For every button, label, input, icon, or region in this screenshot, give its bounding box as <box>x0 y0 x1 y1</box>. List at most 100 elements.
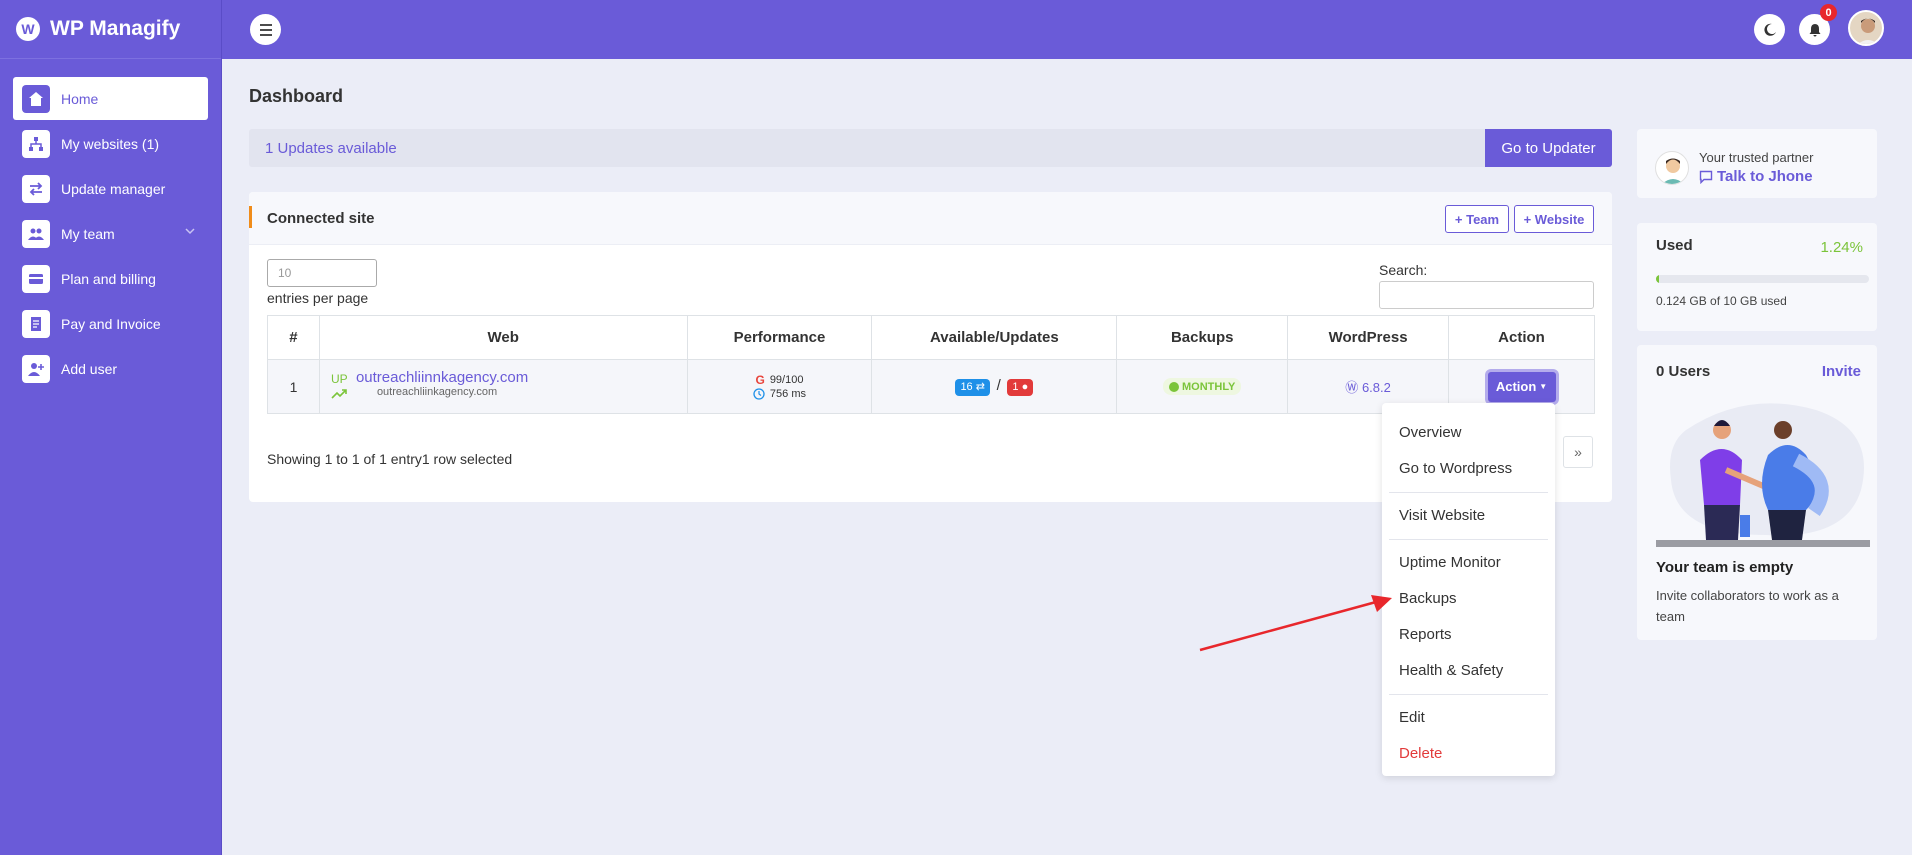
column-header[interactable]: Backups <box>1116 315 1289 360</box>
partner-link-text: Talk to Jhone <box>1717 168 1813 185</box>
menu-item-reports[interactable]: Reports <box>1382 617 1555 653</box>
sidebar-item-pay-invoice[interactable]: Pay and Invoice <box>13 302 208 345</box>
column-header[interactable]: Web <box>318 315 688 360</box>
performance-score: 99/100 <box>769 374 804 386</box>
backups-cell: MONTHLY <box>1116 359 1289 414</box>
wordpress-version: Ⓦ 6.8.2 <box>1345 380 1391 395</box>
sidebar-item-plan-billing[interactable]: Plan and billing <box>13 257 208 300</box>
chevron-down-icon <box>184 224 196 240</box>
wordpress-icon: Ⓦ <box>1345 380 1359 395</box>
sidebar-item-my-websites[interactable]: My websites (1) <box>13 122 208 165</box>
sidebar-item-label: Plan and billing <box>61 270 156 287</box>
menu-item-delete[interactable]: Delete <box>1382 736 1555 772</box>
menu-item-edit[interactable]: Edit <box>1382 700 1555 736</box>
sidebar-item-label: Update manager <box>61 180 166 197</box>
sidebar-item-add-user[interactable]: Add user <box>13 347 208 390</box>
arrows-exchange-icon <box>22 174 50 203</box>
site-name-link[interactable]: outreachliinnkagency.com <box>356 369 528 386</box>
menu-item-health-safety[interactable]: Health & Safety <box>1382 653 1555 689</box>
hamburger-icon <box>259 23 272 36</box>
invite-link[interactable]: Invite <box>1822 363 1861 380</box>
partner-caption: Your trusted partner <box>1699 150 1814 165</box>
menu-divider <box>1389 492 1548 493</box>
column-header[interactable]: Performance <box>686 315 873 360</box>
credit-card-icon <box>22 264 50 293</box>
dark-mode-toggle-button[interactable] <box>1754 14 1785 45</box>
storage-progress-bar <box>1656 275 1869 283</box>
column-header[interactable]: # <box>267 315 320 360</box>
clock-icon <box>753 388 765 400</box>
users-icon <box>22 219 50 248</box>
action-dropdown-button[interactable]: Action ▼ <box>1487 371 1556 402</box>
updates-banner: 1 Updates available Go to Updater <box>249 129 1612 167</box>
add-team-button[interactable]: + Team <box>1445 205 1509 233</box>
next-page-button[interactable]: » <box>1563 436 1593 468</box>
sidebar-item-update-manager[interactable]: Update manager <box>13 167 208 210</box>
entries-per-page-select[interactable]: 10 <box>267 259 377 287</box>
google-icon: G <box>755 373 765 387</box>
caret-down-icon: ▼ <box>1539 382 1548 391</box>
search-label: Search: <box>1379 262 1428 278</box>
topbar: 0 <box>222 0 1912 59</box>
menu-item-go-to-wordpress[interactable]: Go to Wordpress <box>1382 451 1555 487</box>
storage-percent: 1.24% <box>1820 239 1863 256</box>
chat-icon <box>1699 170 1713 184</box>
moon-icon <box>1763 23 1776 36</box>
menu-item-backups[interactable]: Backups <box>1382 581 1555 617</box>
available-count: 16 <box>960 381 973 393</box>
partner-card: Your trusted partner Talk to Jhone <box>1637 129 1877 198</box>
storage-title: Used <box>1656 237 1693 254</box>
brand[interactable]: W WP Managify <box>0 0 221 59</box>
avatar[interactable] <box>1848 10 1884 46</box>
table-info-text: Showing 1 to 1 of 1 entry1 row selected <box>267 451 513 467</box>
sitemap-icon <box>22 129 50 158</box>
notification-count-badge: 0 <box>1820 4 1837 21</box>
menu-item-overview[interactable]: Overview <box>1382 415 1555 451</box>
brand-name: WP Managify <box>50 17 181 40</box>
menu-item-visit-website[interactable]: Visit Website <box>1382 498 1555 534</box>
sidebar-item-label: My websites (1) <box>61 135 160 152</box>
menu-item-uptime-monitor[interactable]: Uptime Monitor <box>1382 545 1555 581</box>
page-title: Dashboard <box>249 86 344 106</box>
sidebar-item-label: Add user <box>61 360 118 377</box>
arrows-exchange-icon: ⇄ <box>975 381 985 393</box>
sidebar-nav: Home My websites (1) Update manager My t… <box>0 59 221 390</box>
performance-cell: G 99/100 756 ms <box>686 359 873 414</box>
sidebar-item-home[interactable]: Home <box>13 77 208 120</box>
column-header[interactable]: Action <box>1448 315 1595 360</box>
table-header-row: # Web Performance Available/Updates Back… <box>267 315 1595 360</box>
invoice-icon <box>22 309 50 338</box>
bell-icon <box>1809 23 1820 36</box>
home-icon <box>22 84 50 113</box>
alert-icon: ● <box>1021 381 1029 393</box>
action-label: Action <box>1495 379 1537 394</box>
sidebar-item-label: Pay and Invoice <box>61 315 161 332</box>
sidebar-item-label: Home <box>61 90 99 107</box>
sites-table: # Web Performance Available/Updates Back… <box>267 315 1595 414</box>
sidebar-item-my-team[interactable]: My team <box>13 212 208 255</box>
updates-available-text: 1 Updates available <box>265 140 397 157</box>
row-index: 1 <box>267 359 320 414</box>
team-empty-title: Your team is empty <box>1656 559 1794 576</box>
site-url: outreachliinkagency.com <box>376 386 498 398</box>
add-website-button[interactable]: + Website <box>1514 205 1594 233</box>
available-updates-badge[interactable]: 16 ⇄ <box>955 379 990 396</box>
status-dot <box>1169 381 1180 392</box>
sidebar-item-label: My team <box>61 225 115 242</box>
team-card: 0 Users Invite Your team is empty Invite… <box>1637 345 1877 640</box>
search-input[interactable] <box>1379 281 1594 309</box>
accent-bar <box>249 206 252 228</box>
card-header: Connected site + Team + Website <box>249 192 1612 245</box>
backup-frequency-badge: MONTHLY <box>1163 378 1242 395</box>
storage-progress-fill <box>1656 275 1659 283</box>
menu-divider <box>1389 539 1548 540</box>
menu-toggle-button[interactable] <box>250 14 281 45</box>
uptime-status: UP <box>330 372 348 386</box>
column-header[interactable]: Available/Updates <box>871 315 1118 360</box>
backup-frequency: MONTHLY <box>1182 380 1236 393</box>
column-header[interactable]: WordPress <box>1287 315 1450 360</box>
partner-avatar <box>1655 151 1689 185</box>
talk-to-partner-link[interactable]: Talk to Jhone <box>1699 168 1813 185</box>
go-to-updater-button[interactable]: Go to Updater <box>1485 129 1612 167</box>
pending-updates-badge[interactable]: 1 ● <box>1007 379 1034 396</box>
